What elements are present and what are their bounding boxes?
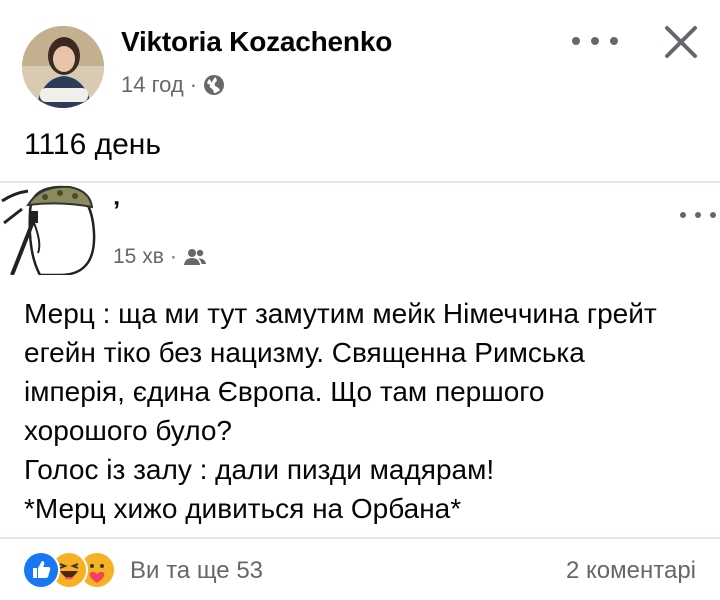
text-line: Мерц : ща ми тут замутим мейк Німеччина … bbox=[24, 298, 657, 329]
cartoon-avatar-icon bbox=[0, 183, 100, 275]
close-icon bbox=[665, 26, 697, 58]
meta-separator: · bbox=[189, 72, 198, 97]
divider bbox=[0, 181, 720, 183]
dot bbox=[695, 212, 701, 218]
post-options-button[interactable] bbox=[572, 28, 618, 54]
profile-photo-icon bbox=[22, 26, 104, 108]
shared-post-meta: 15 хв · bbox=[113, 245, 207, 269]
text-line: егейн тіко без нацизму. Священна Римська bbox=[24, 337, 585, 368]
post-meta: 14 год · bbox=[121, 72, 225, 98]
divider bbox=[0, 537, 720, 539]
text-line: імперія, єдина Європа. Що там першого bbox=[24, 376, 545, 407]
text-line: *Мерц хижо дивиться на Орбана* bbox=[24, 493, 462, 524]
shared-author-avatar[interactable] bbox=[0, 183, 100, 275]
author-avatar[interactable] bbox=[22, 26, 104, 108]
shared-author-name[interactable]: ʼ bbox=[113, 195, 120, 226]
globe-icon bbox=[204, 75, 225, 95]
shared-post-options-button[interactable] bbox=[680, 206, 716, 224]
text-line: Голос із залу : дали пизди мадярам! bbox=[24, 454, 495, 485]
comments-count[interactable]: 2 коментарі bbox=[566, 557, 696, 585]
dot bbox=[572, 37, 580, 45]
close-button[interactable] bbox=[659, 20, 703, 64]
friends-icon bbox=[183, 249, 206, 265]
shared-post-text: Мерц : ща ми тут замутим мейк Німеччина … bbox=[24, 294, 714, 528]
post-text: 1116 день bbox=[24, 128, 162, 161]
meta-separator: · bbox=[169, 245, 177, 268]
post-time[interactable]: 14 год bbox=[121, 72, 184, 98]
reactions-count[interactable]: Ви та ще 53 bbox=[130, 557, 263, 585]
like-icon bbox=[22, 551, 60, 589]
author-name[interactable]: Viktoria Kozachenko bbox=[121, 26, 392, 58]
dot bbox=[680, 212, 686, 218]
reaction-icons[interactable] bbox=[22, 551, 116, 589]
shared-post-time[interactable]: 15 хв bbox=[113, 245, 164, 269]
dot bbox=[610, 37, 618, 45]
dot bbox=[710, 212, 716, 218]
text-line: хорошого було? bbox=[24, 415, 232, 446]
dot bbox=[591, 37, 599, 45]
